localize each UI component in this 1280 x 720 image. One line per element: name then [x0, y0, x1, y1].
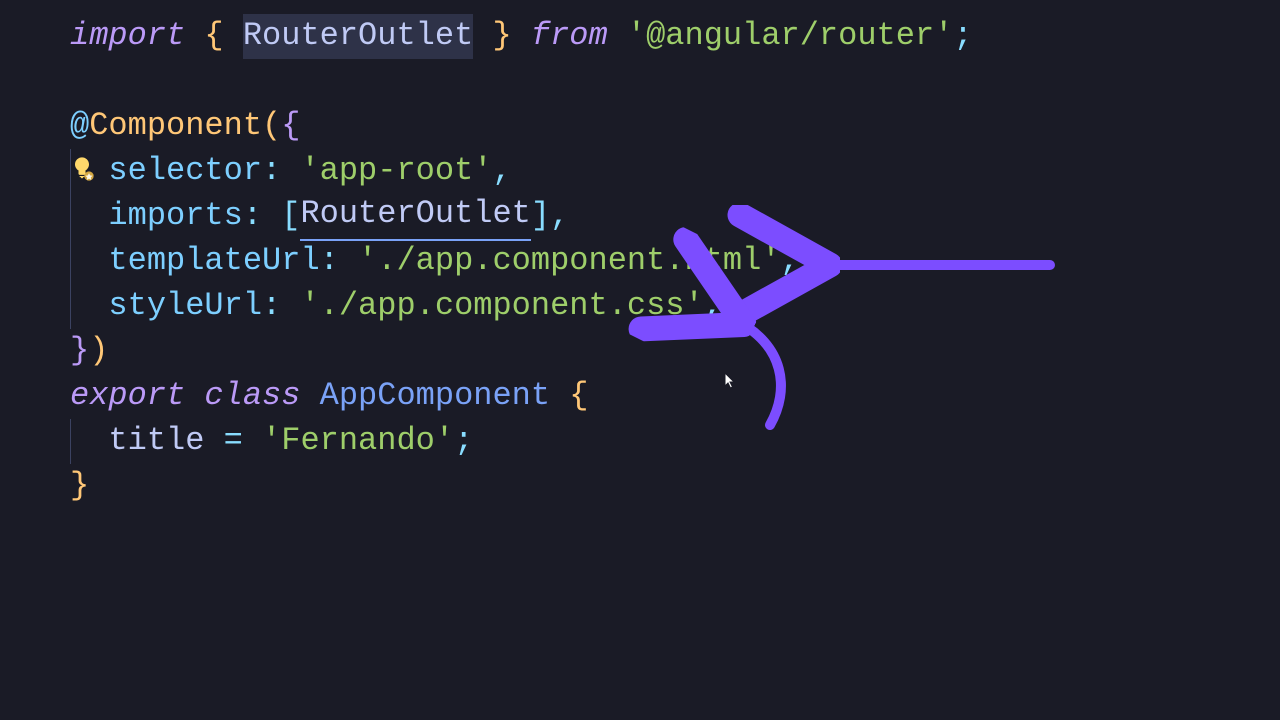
keyword-from: from	[531, 14, 608, 59]
mouse-cursor-icon	[724, 372, 736, 388]
code-line-imports: imports: [RouterOutlet],	[70, 194, 1280, 239]
brace-open: {	[281, 104, 300, 149]
equals: =	[224, 419, 243, 464]
identifier-routeroutlet-ref: RouterOutlet	[300, 192, 530, 241]
semicolon: ;	[454, 419, 473, 464]
paren-close: )	[89, 329, 108, 374]
string-selector: 'app-root'	[300, 149, 492, 194]
colon: :	[320, 239, 339, 284]
class-name: AppComponent	[320, 374, 550, 419]
comma: ,	[550, 194, 569, 239]
code-line-class-decl: export class AppComponent {	[70, 374, 1280, 419]
prop-selector: selector	[108, 149, 262, 194]
brace-close: }	[70, 329, 89, 374]
string-module: '@angular/router'	[627, 14, 953, 59]
code-line-close-decorator: })	[70, 329, 1280, 374]
prop-styleurl: styleUrl	[108, 284, 262, 329]
brace-open: {	[569, 374, 588, 419]
comma: ,	[781, 239, 800, 284]
colon: :	[243, 194, 262, 239]
decorator-name: Component	[89, 104, 262, 149]
prop-imports: imports	[108, 194, 242, 239]
brace-close: }	[492, 14, 511, 59]
paren-open: (	[262, 104, 281, 149]
code-line-templateurl: templateUrl: './app.component.html',	[70, 239, 1280, 284]
semicolon: ;	[953, 14, 972, 59]
code-line-import: import { RouterOutlet } from '@angular/r…	[70, 14, 1280, 59]
code-editor[interactable]: import { RouterOutlet } from '@angular/r…	[70, 14, 1280, 509]
code-line-blank	[70, 59, 1280, 104]
prop-templateurl: templateUrl	[108, 239, 319, 284]
string-styleurl: './app.component.css'	[300, 284, 703, 329]
code-line-close-class: }	[70, 464, 1280, 509]
identifier-routeroutlet: RouterOutlet	[243, 14, 473, 59]
comma: ,	[704, 284, 723, 329]
prop-title: title	[108, 419, 204, 464]
code-line-selector: selector: 'app-root',	[70, 149, 1280, 194]
decorator-at: @	[70, 104, 89, 149]
brace-close: }	[70, 464, 89, 509]
string-fernando: 'Fernando'	[262, 419, 454, 464]
brace-open: {	[204, 14, 223, 59]
string-templateurl: './app.component.html'	[358, 239, 780, 284]
bracket-close: ]	[531, 194, 550, 239]
lightbulb-icon[interactable]	[68, 155, 96, 183]
keyword-class: class	[204, 374, 300, 419]
keyword-import: import	[70, 14, 185, 59]
bracket-open: [	[281, 194, 300, 239]
code-line-styleurl: styleUrl: './app.component.css',	[70, 284, 1280, 329]
colon: :	[262, 284, 281, 329]
code-line-title: title = 'Fernando';	[70, 419, 1280, 464]
comma: ,	[492, 149, 511, 194]
colon: :	[262, 149, 281, 194]
code-line-decorator: @Component({	[70, 104, 1280, 149]
keyword-export: export	[70, 374, 185, 419]
